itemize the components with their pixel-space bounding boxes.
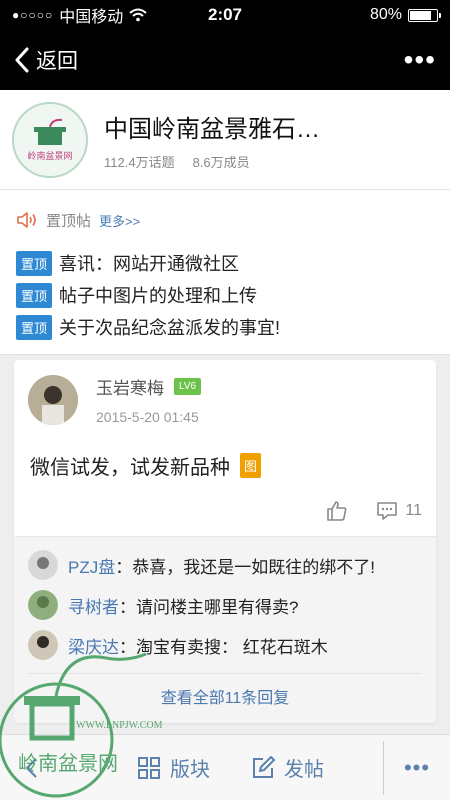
- back-label: 返回: [36, 50, 78, 73]
- pinned-item-title: 喜讯：网站开通微社区: [59, 254, 240, 274]
- comment-icon: [377, 502, 398, 520]
- post-text: 微信试发，试发新品种: [30, 457, 230, 479]
- reply-avatar: [28, 590, 58, 620]
- comment-count: 11: [405, 502, 422, 519]
- battery-percent: 80%: [369, 6, 402, 23]
- bottom-back-button[interactable]: [20, 755, 60, 781]
- member-count: 8.6万成员: [192, 154, 250, 170]
- reply-item[interactable]: 梁庆达 ： 淘宝有卖搜： 红花石斑木: [28, 625, 422, 665]
- topic-count: 112.4万话题: [104, 154, 175, 170]
- forum-title: 中国岭南盆景雅石…: [104, 115, 320, 143]
- status-bar: ●○○○○ 中国移动 2:07 80%: [0, 0, 450, 30]
- thumbs-up-icon: [327, 501, 347, 521]
- forum-stats: 112.4万话题 8.6万成员: [104, 152, 320, 171]
- signal-icon: ●○○○○: [12, 8, 54, 22]
- pinned-badge: 置顶: [16, 250, 53, 276]
- image-badge: 图: [240, 453, 262, 478]
- author-name[interactable]: 玉岩寒梅: [96, 374, 164, 399]
- chevron-left-icon: [25, 757, 37, 778]
- pinned-more-link[interactable]: 更多>>: [99, 211, 140, 230]
- boards-tab-label: 版块: [170, 759, 210, 781]
- chevron-left-icon: [15, 47, 29, 73]
- bottom-toolbar: 版块 发帖 •••: [0, 734, 450, 800]
- speaker-icon: [17, 212, 36, 228]
- reply-text: 恭喜，我还是一如既往的绑不了!: [132, 557, 375, 577]
- pinned-item[interactable]: 置顶 喜讯：网站开通微社区: [16, 248, 434, 278]
- grid-icon: [138, 756, 160, 779]
- forum-header: 岭南盆景网 中国岭南盆景雅石… 112.4万话题 8.6万成员: [0, 90, 450, 190]
- reply-avatar: [28, 630, 58, 660]
- reply-text: 请问楼主哪里有得卖?: [136, 597, 299, 617]
- more-menu-button[interactable]: •••: [404, 46, 436, 74]
- author-avatar[interactable]: [28, 374, 78, 425]
- comment-button[interactable]: 11: [375, 499, 422, 523]
- edit-icon: [253, 755, 275, 778]
- pinned-badge: 置顶: [16, 282, 53, 308]
- post-meta: 玉岩寒梅 LV6 2015-5-20 01:45: [96, 374, 202, 425]
- bonsai-logo-icon: [34, 118, 66, 145]
- reply-author[interactable]: 寻树者: [68, 593, 119, 618]
- pinned-item[interactable]: 置顶 关于次品纪念盆派发的事宜!: [16, 312, 434, 342]
- wifi-icon: [129, 8, 147, 22]
- carrier-label: 中国移动: [59, 9, 124, 26]
- back-button[interactable]: 返回: [14, 45, 78, 75]
- pinned-header: 置顶帖 更多>>: [16, 202, 434, 238]
- forum-info: 中国岭南盆景雅石… 112.4万话题 8.6万成员: [104, 109, 320, 171]
- like-button[interactable]: [325, 499, 349, 523]
- boards-tab[interactable]: 版块: [136, 753, 210, 782]
- level-badge: LV6: [174, 378, 202, 395]
- toolbar-more-button[interactable]: •••: [384, 755, 450, 781]
- status-right: 80%: [369, 6, 441, 24]
- pinned-label: 置顶帖: [46, 212, 92, 230]
- pinned-badge: 置顶: [16, 314, 53, 340]
- battery-fill: [410, 10, 431, 20]
- reply-author[interactable]: 梁庆达: [68, 633, 119, 658]
- pinned-item-title: 关于次品纪念盆派发的事宜!: [59, 318, 281, 338]
- nav-bar: 返回 •••: [0, 30, 450, 90]
- post-header: 玉岩寒梅 LV6 2015-5-20 01:45: [14, 360, 436, 425]
- reply-author[interactable]: PZJ盘: [68, 553, 115, 578]
- pinned-item-title: 帖子中图片的处理和上传: [59, 286, 258, 306]
- view-all-replies-link[interactable]: 查看全部11条回复: [28, 673, 422, 723]
- reply-text: 淘宝有卖搜： 红花石斑木: [136, 637, 328, 657]
- reply-list: PZJ盘 ： 恭喜，我还是一如既往的绑不了! 寻树者 ： 请问楼主哪里有得卖? …: [14, 536, 436, 723]
- status-left: ●○○○○ 中国移动: [12, 3, 147, 27]
- post-time: 2015-5-20 01:45: [96, 409, 199, 425]
- post-actions: 11: [14, 480, 436, 536]
- battery-icon: [408, 8, 441, 22]
- reply-separator: ：: [115, 557, 133, 577]
- forum-logo[interactable]: 岭南盆景网: [12, 101, 88, 178]
- author-row: 玉岩寒梅 LV6: [96, 374, 202, 399]
- reply-avatar: [28, 550, 58, 580]
- avatar-icon: [28, 374, 78, 425]
- pinned-section: 置顶帖 更多>> 置顶 喜讯：网站开通微社区 置顶 帖子中图片的处理和上传 置顶…: [0, 190, 450, 355]
- reply-item[interactable]: PZJ盘 ： 恭喜，我还是一如既往的绑不了!: [28, 545, 422, 585]
- reply-separator: ：: [119, 597, 136, 617]
- post-body[interactable]: 微信试发，试发新品种 图: [14, 425, 436, 480]
- pinned-item[interactable]: 置顶 帖子中图片的处理和上传: [16, 280, 434, 310]
- new-post-tab[interactable]: 发帖: [250, 753, 324, 782]
- reply-separator: ：: [119, 637, 136, 657]
- forum-logo-text: 岭南盆景网: [27, 151, 73, 161]
- reply-item[interactable]: 寻树者 ： 请问楼主哪里有得卖?: [28, 585, 422, 625]
- new-post-tab-label: 发帖: [284, 759, 324, 781]
- post-card[interactable]: 玉岩寒梅 LV6 2015-5-20 01:45 微信试发，试发新品种 图 11: [14, 360, 436, 723]
